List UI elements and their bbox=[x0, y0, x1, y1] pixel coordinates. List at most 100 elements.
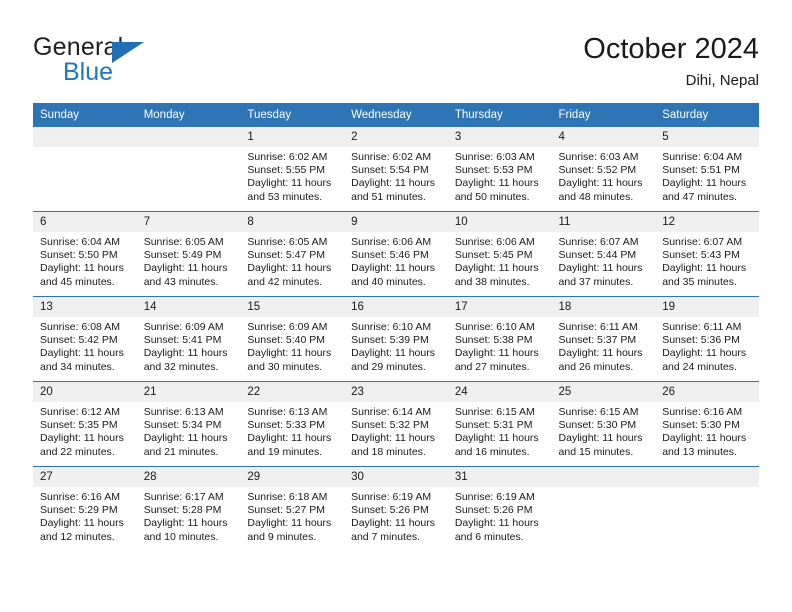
day-cell[interactable]: 18 Sunrise: 6:11 AM Sunset: 5:37 PM Dayl… bbox=[551, 296, 656, 382]
day-number: 25 bbox=[551, 382, 656, 402]
daylight-text-line2: and 34 minutes. bbox=[40, 360, 115, 373]
day-cell[interactable]: 14 Sunrise: 6:09 AM Sunset: 5:41 PM Dayl… bbox=[136, 296, 241, 382]
day-cell[interactable]: 12 Sunrise: 6:07 AM Sunset: 5:43 PM Dayl… bbox=[655, 211, 759, 297]
sunrise-text: Sunrise: 6:10 AM bbox=[454, 321, 535, 333]
day-details: Sunrise: 6:14 AM Sunset: 5:32 PM Dayligh… bbox=[344, 402, 448, 459]
day-cell[interactable]: 17 Sunrise: 6:10 AM Sunset: 5:38 PM Dayl… bbox=[447, 296, 552, 382]
day-cell[interactable]: 22 Sunrise: 6:13 AM Sunset: 5:33 PM Dayl… bbox=[240, 381, 345, 467]
calendar-header-row: Sunday Monday Tuesday Wednesday Thursday… bbox=[33, 103, 759, 127]
day-details: Sunrise: 6:05 AM Sunset: 5:47 PM Dayligh… bbox=[240, 232, 344, 289]
daylight-text-line2: and 37 minutes. bbox=[558, 275, 634, 288]
day-cell bbox=[136, 127, 241, 212]
day-cell[interactable]: 31 Sunrise: 6:19 AM Sunset: 5:26 PM Dayl… bbox=[447, 466, 552, 551]
sunset-text: Sunset: 5:35 PM bbox=[40, 419, 118, 432]
sunset-text: Sunset: 5:51 PM bbox=[662, 164, 740, 177]
daylight-text-line2: and 40 minutes. bbox=[351, 275, 426, 288]
day-cell[interactable]: 30 Sunrise: 6:19 AM Sunset: 5:26 PM Dayl… bbox=[344, 466, 448, 551]
sunrise-text: Sunrise: 6:16 AM bbox=[40, 491, 120, 503]
day-cell[interactable]: 1 Sunrise: 6:02 AM Sunset: 5:55 PM Dayli… bbox=[240, 127, 345, 212]
calendar-week-row: 13 Sunrise: 6:08 AM Sunset: 5:42 PM Dayl… bbox=[33, 296, 759, 382]
weekday-header-sunday: Sunday bbox=[33, 103, 137, 127]
calendar-week-row: 1 Sunrise: 6:02 AM Sunset: 5:55 PM Dayli… bbox=[33, 127, 759, 212]
sunset-text: Sunset: 5:53 PM bbox=[454, 164, 533, 177]
weekday-header-friday: Friday bbox=[551, 103, 656, 127]
day-number: 1 bbox=[240, 127, 345, 147]
daylight-text-line2: and 35 minutes. bbox=[662, 275, 737, 288]
day-cell[interactable]: 3 Sunrise: 6:03 AM Sunset: 5:53 PM Dayli… bbox=[447, 127, 552, 212]
daylight-text-line1: Daylight: 11 hours bbox=[558, 177, 643, 190]
sunset-text: Sunset: 5:50 PM bbox=[40, 249, 118, 262]
sunset-text: Sunset: 5:26 PM bbox=[351, 504, 429, 517]
day-cell[interactable]: 21 Sunrise: 6:13 AM Sunset: 5:34 PM Dayl… bbox=[136, 381, 241, 467]
sunset-text: Sunset: 5:52 PM bbox=[558, 164, 637, 177]
day-cell[interactable]: 7 Sunrise: 6:05 AM Sunset: 5:49 PM Dayli… bbox=[136, 211, 241, 297]
day-number: 5 bbox=[655, 127, 759, 147]
sunrise-text: Sunrise: 6:04 AM bbox=[40, 236, 120, 248]
day-number: 12 bbox=[655, 212, 759, 232]
day-cell[interactable]: 19 Sunrise: 6:11 AM Sunset: 5:36 PM Dayl… bbox=[655, 296, 759, 382]
day-cell bbox=[33, 127, 137, 212]
daylight-text-line2: and 19 minutes. bbox=[247, 445, 323, 458]
daylight-text-line1: Daylight: 11 hours bbox=[351, 347, 435, 360]
day-cell[interactable]: 15 Sunrise: 6:09 AM Sunset: 5:40 PM Dayl… bbox=[240, 296, 345, 382]
sunrise-text: Sunrise: 6:06 AM bbox=[351, 236, 432, 248]
sunset-text: Sunset: 5:33 PM bbox=[247, 419, 326, 432]
day-number: 29 bbox=[240, 467, 345, 487]
day-details: Sunrise: 6:13 AM Sunset: 5:33 PM Dayligh… bbox=[240, 402, 344, 459]
title-block: October 2024 Dihi, Nepal bbox=[583, 32, 759, 91]
day-cell[interactable]: 20 Sunrise: 6:12 AM Sunset: 5:35 PM Dayl… bbox=[33, 381, 137, 467]
day-details: Sunrise: 6:07 AM Sunset: 5:44 PM Dayligh… bbox=[552, 232, 656, 289]
calendar-body: 1 Sunrise: 6:02 AM Sunset: 5:55 PM Dayli… bbox=[33, 127, 759, 551]
day-cell[interactable]: 25 Sunrise: 6:15 AM Sunset: 5:30 PM Dayl… bbox=[551, 381, 656, 467]
daylight-text-line1: Daylight: 11 hours bbox=[454, 262, 539, 275]
daylight-text-line1: Daylight: 11 hours bbox=[40, 517, 124, 530]
daylight-text-line2: and 29 minutes. bbox=[351, 360, 426, 373]
daylight-text-line2: and 22 minutes. bbox=[40, 445, 115, 458]
daylight-text-line1: Daylight: 11 hours bbox=[247, 517, 332, 530]
day-details: Sunrise: 6:03 AM Sunset: 5:53 PM Dayligh… bbox=[448, 147, 552, 204]
calendar-week-row: 6 Sunrise: 6:04 AM Sunset: 5:50 PM Dayli… bbox=[33, 211, 759, 297]
day-number bbox=[33, 127, 137, 147]
day-cell[interactable]: 26 Sunrise: 6:16 AM Sunset: 5:30 PM Dayl… bbox=[655, 381, 759, 467]
daylight-text-line2: and 42 minutes. bbox=[247, 275, 323, 288]
day-cell[interactable]: 8 Sunrise: 6:05 AM Sunset: 5:47 PM Dayli… bbox=[240, 211, 345, 297]
day-cell[interactable]: 6 Sunrise: 6:04 AM Sunset: 5:50 PM Dayli… bbox=[33, 211, 137, 297]
daylight-text-line2: and 51 minutes. bbox=[351, 190, 426, 203]
day-cell[interactable]: 11 Sunrise: 6:07 AM Sunset: 5:44 PM Dayl… bbox=[551, 211, 656, 297]
day-cell bbox=[655, 466, 759, 551]
day-cell[interactable]: 4 Sunrise: 6:03 AM Sunset: 5:52 PM Dayli… bbox=[551, 127, 656, 212]
day-details: Sunrise: 6:11 AM Sunset: 5:36 PM Dayligh… bbox=[655, 317, 759, 374]
day-cell[interactable]: 5 Sunrise: 6:04 AM Sunset: 5:51 PM Dayli… bbox=[655, 127, 759, 212]
daylight-text-line1: Daylight: 11 hours bbox=[143, 432, 228, 445]
day-number: 19 bbox=[655, 297, 759, 317]
day-cell[interactable]: 24 Sunrise: 6:15 AM Sunset: 5:31 PM Dayl… bbox=[447, 381, 552, 467]
day-cell[interactable]: 16 Sunrise: 6:10 AM Sunset: 5:39 PM Dayl… bbox=[344, 296, 448, 382]
day-cell[interactable]: 13 Sunrise: 6:08 AM Sunset: 5:42 PM Dayl… bbox=[33, 296, 137, 382]
daylight-text-line1: Daylight: 11 hours bbox=[40, 347, 124, 360]
day-cell[interactable]: 9 Sunrise: 6:06 AM Sunset: 5:46 PM Dayli… bbox=[344, 211, 448, 297]
daylight-text-line1: Daylight: 11 hours bbox=[558, 262, 643, 275]
sunrise-text: Sunrise: 6:02 AM bbox=[247, 151, 328, 163]
day-cell[interactable]: 29 Sunrise: 6:18 AM Sunset: 5:27 PM Dayl… bbox=[240, 466, 345, 551]
day-cell[interactable]: 28 Sunrise: 6:17 AM Sunset: 5:28 PM Dayl… bbox=[136, 466, 241, 551]
sunrise-text: Sunrise: 6:03 AM bbox=[558, 151, 639, 163]
day-cell[interactable]: 27 Sunrise: 6:16 AM Sunset: 5:29 PM Dayl… bbox=[33, 466, 137, 551]
calendar-page: General Blue October 2024 Dihi, Nepal Su… bbox=[0, 0, 792, 612]
sunset-text: Sunset: 5:29 PM bbox=[40, 504, 118, 517]
day-number: 13 bbox=[33, 297, 137, 317]
weekday-header-monday: Monday bbox=[136, 103, 241, 127]
sunset-text: Sunset: 5:49 PM bbox=[143, 249, 222, 262]
sunset-text: Sunset: 5:55 PM bbox=[247, 164, 326, 177]
weekday-header-saturday: Saturday bbox=[655, 103, 759, 127]
day-details: Sunrise: 6:04 AM Sunset: 5:50 PM Dayligh… bbox=[33, 232, 137, 289]
day-cell[interactable]: 2 Sunrise: 6:02 AM Sunset: 5:54 PM Dayli… bbox=[344, 127, 448, 212]
sunrise-text: Sunrise: 6:11 AM bbox=[662, 321, 742, 333]
day-cell[interactable]: 23 Sunrise: 6:14 AM Sunset: 5:32 PM Dayl… bbox=[344, 381, 448, 467]
day-number: 30 bbox=[344, 467, 448, 487]
sunset-text: Sunset: 5:37 PM bbox=[558, 334, 637, 347]
day-cell[interactable]: 10 Sunrise: 6:06 AM Sunset: 5:45 PM Dayl… bbox=[447, 211, 552, 297]
day-number: 22 bbox=[240, 382, 345, 402]
sunset-text: Sunset: 5:28 PM bbox=[143, 504, 222, 517]
daylight-text-line2: and 45 minutes. bbox=[40, 275, 115, 288]
day-number: 11 bbox=[551, 212, 656, 232]
